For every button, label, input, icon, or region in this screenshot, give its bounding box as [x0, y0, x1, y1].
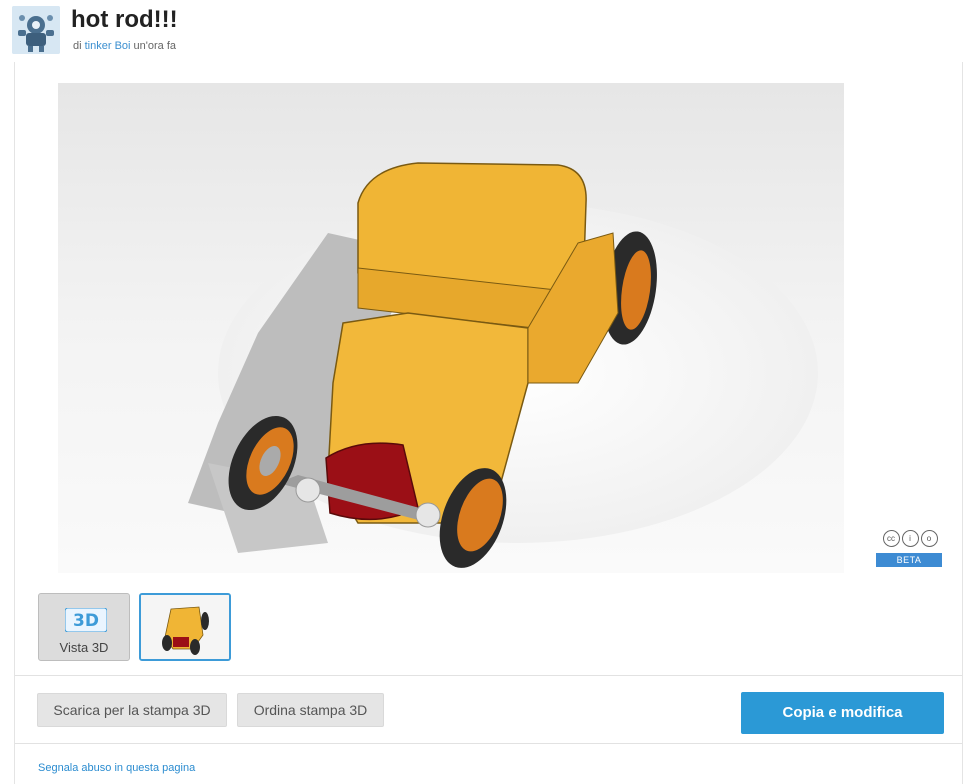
order-3d-print-button[interactable]: Ordina stampa 3D: [237, 693, 384, 727]
avatar[interactable]: [12, 6, 60, 54]
3d-viewer[interactable]: [58, 83, 844, 573]
download-for-3d-print-button[interactable]: Scarica per la stampa 3D: [37, 693, 227, 727]
car-image-thumbnail[interactable]: [139, 593, 231, 661]
cc-icons[interactable]: cc i o: [874, 530, 946, 547]
view-3d-thumbnail[interactable]: 3D Vista 3D: [38, 593, 130, 661]
design-byline: di tinker Boi un'ora fa: [73, 40, 176, 52]
beta-badge: BETA: [876, 553, 942, 567]
attribution-icon[interactable]: i: [901, 530, 919, 547]
byline-prefix: di: [73, 40, 82, 52]
divider: [15, 743, 962, 744]
car-thumbnail-image: [141, 595, 229, 659]
cc-icon[interactable]: cc: [882, 530, 900, 547]
author-link[interactable]: tinker Boi: [85, 40, 131, 52]
time-ago: un'ora fa: [133, 40, 177, 52]
robot-avatar-icon: [12, 6, 60, 54]
report-abuse-link[interactable]: Segnala abuso in questa pagina: [38, 762, 195, 774]
copy-and-edit-button[interactable]: Copia e modifica: [741, 692, 944, 734]
divider: [15, 675, 962, 676]
share-alike-icon[interactable]: o: [920, 530, 938, 547]
car-render-image: [58, 83, 844, 573]
design-title: hot rod!!!: [71, 6, 178, 33]
3d-view-icon: 3D: [65, 608, 107, 632]
3d-logo-text: 3D: [73, 611, 99, 631]
license-badges: cc i o BETA: [874, 530, 946, 567]
view-3d-label: Vista 3D: [59, 640, 109, 655]
